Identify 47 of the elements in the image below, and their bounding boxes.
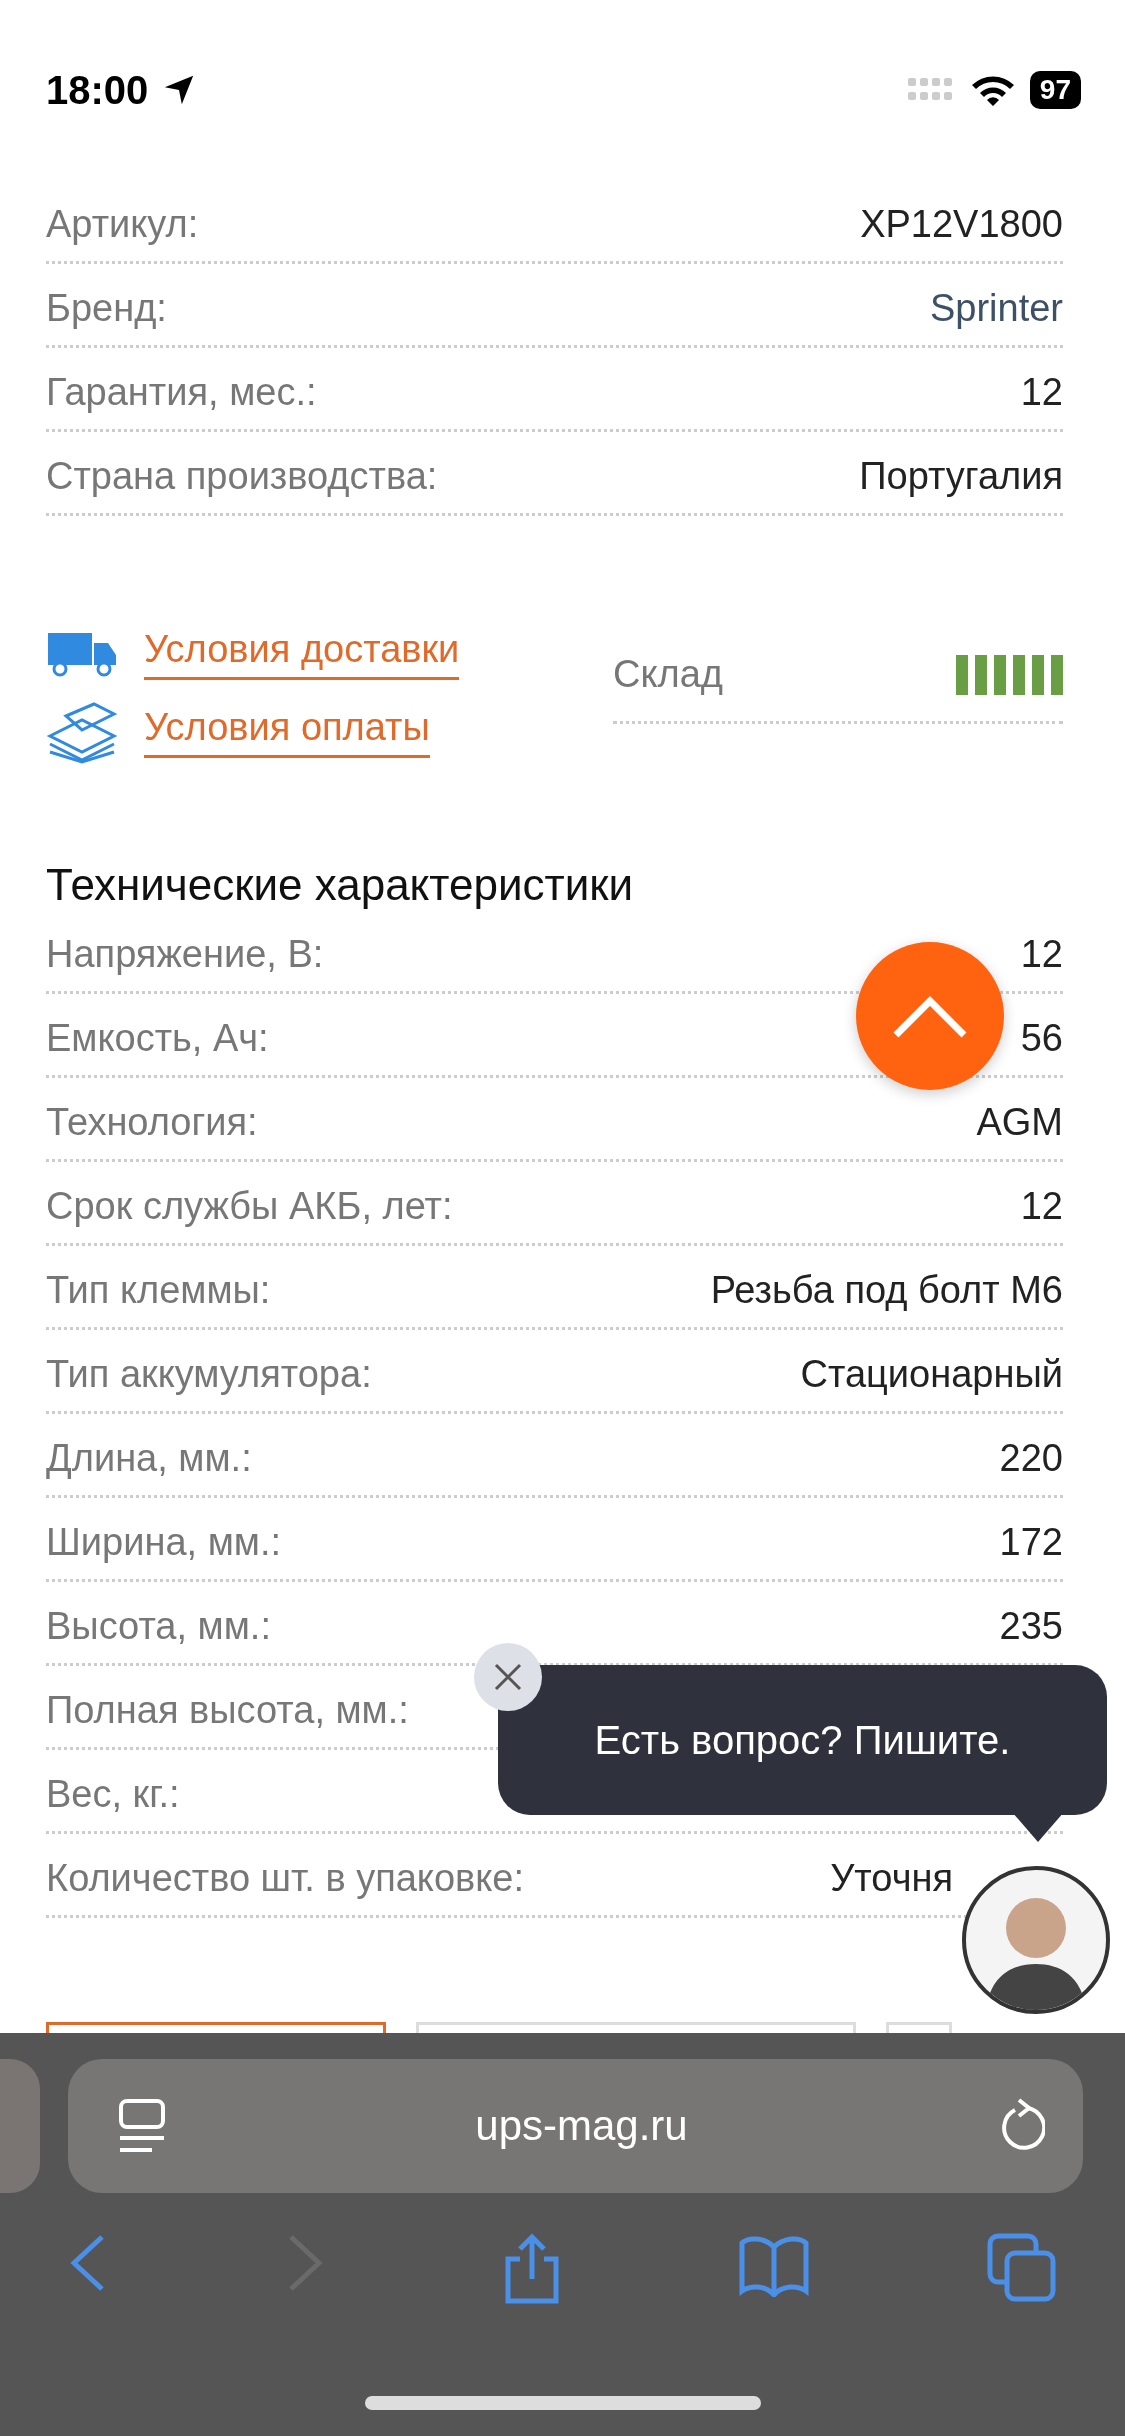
spec-value: 56 [1020,1017,1063,1060]
spec-label: Длина, мм.: [46,1437,252,1480]
spec-value: Резьба под болт М6 [710,1269,1063,1312]
spec-value: 172 [999,1521,1063,1564]
attribute-label: Артикул: [46,203,199,246]
spec-value: Стационарный [800,1353,1063,1396]
conditions-link[interactable]: Условия оплаты [144,706,430,758]
stock-label: Склад [613,653,723,696]
url-text: ups-mag.ru [475,2102,688,2150]
attribute-label: Бренд: [46,287,167,330]
spec-label: Технология: [46,1101,258,1144]
spec-label: Тип аккумулятора: [46,1353,372,1396]
attribute-value: XP12V1800 [860,203,1063,246]
spec-label: Напряжение, В: [46,933,324,976]
spec-value: 220 [999,1437,1063,1480]
chat-message: Есть вопрос? Пишите. [594,1717,1011,1763]
attribute-label: Страна производства: [46,455,438,498]
spec-value: 235 [999,1605,1063,1648]
clock-time: 18:00 [46,67,149,113]
tabs-icon[interactable] [987,2233,1057,2303]
spec-value: 12 [1020,933,1063,976]
spec-label: Емкость, Ач: [46,1017,269,1060]
attribute-label: Гарантия, мес.: [46,371,317,414]
chat-bubble[interactable]: Есть вопрос? Пишите. [498,1665,1107,1815]
reader-icon [118,2098,166,2154]
brand-link[interactable]: Sprinter [929,287,1063,330]
section-title: Технические характеристики [46,860,635,910]
attribute-value: Португалия [859,455,1063,498]
spec-label: Срок службы АКБ, лет: [46,1185,453,1228]
spec-value: Уточня [830,1857,953,1900]
spec-value: AGM [976,1101,1063,1144]
scroll-up-button[interactable] [856,942,1004,1090]
banknotes-icon [46,700,118,764]
conditions-link[interactable]: Условия доставки [144,628,460,680]
address-bar[interactable]: ups-mag.ru [68,2059,1083,2193]
spec-label: Вес, кг.: [46,1773,180,1816]
spec-label: Количество шт. в упаковке: [46,1857,524,1900]
spec-label: Ширина, мм.: [46,1521,281,1564]
book-icon[interactable] [738,2233,811,2297]
spec-value: 12 [1020,1185,1063,1228]
close-icon [492,1661,524,1693]
spec-label: Тип клеммы: [46,1269,271,1312]
battery-level: 97 [1029,71,1081,109]
spec-label: Полная высота, мм.: [46,1689,409,1732]
previous-tab-preview[interactable] [0,2059,40,2193]
attribute-value: 12 [1020,371,1063,414]
spec-label: Высота, мм.: [46,1605,271,1648]
